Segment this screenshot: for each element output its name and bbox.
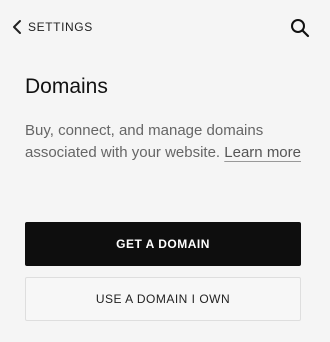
back-to-settings-button[interactable]: SETTINGS [12,16,93,38]
back-label: SETTINGS [28,20,93,34]
domains-settings-panel: SETTINGS Domains Buy, connect, and manag… [0,0,330,342]
page-description: Buy, connect, and manage domains associa… [25,120,315,164]
search-icon [290,19,310,42]
get-a-domain-button[interactable]: GET A DOMAIN [25,222,301,266]
search-button[interactable] [290,18,310,38]
top-bar: SETTINGS [0,0,330,52]
chevron-left-icon [12,19,22,35]
page-title: Domains [25,75,108,98]
learn-more-link[interactable]: Learn more [224,144,301,161]
use-own-domain-button[interactable]: USE A DOMAIN I OWN [25,277,301,321]
